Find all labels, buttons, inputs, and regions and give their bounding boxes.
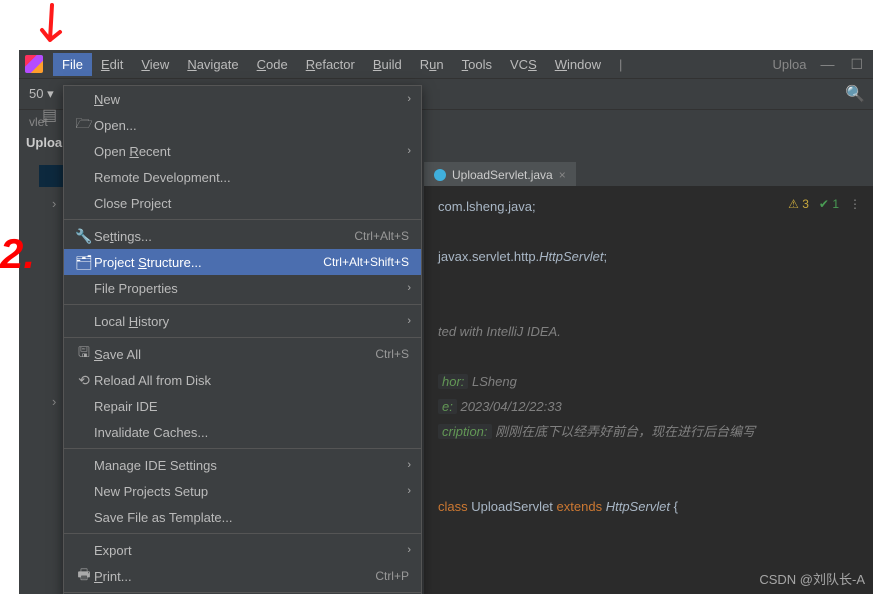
menu-separator <box>64 592 421 593</box>
editor-tab-uploadservlet[interactable]: UploadServlet.java × <box>424 162 576 186</box>
chevron-right-icon: › <box>407 459 411 471</box>
menu-save-template[interactable]: Save File as Template... <box>64 504 421 530</box>
menu-separator <box>64 448 421 449</box>
watermark: CSDN @刘队长-A <box>759 569 865 588</box>
class-icon <box>434 169 446 181</box>
maximize-icon[interactable]: ☐ <box>850 56 863 73</box>
wrench-icon: 🔧 <box>74 228 94 245</box>
chevron-right-icon: › <box>407 282 411 294</box>
menu-file[interactable]: File <box>53 53 92 76</box>
menu-new-projects[interactable]: New Projects Setup› <box>64 478 421 504</box>
menu-code[interactable]: Code <box>248 53 297 76</box>
app-logo-icon <box>25 55 43 73</box>
chevron-right-icon: › <box>407 544 411 556</box>
menu-local-history[interactable]: Local History› <box>64 308 421 334</box>
menu-run[interactable]: Run <box>411 53 453 76</box>
folder-icon: 🗁 <box>74 113 94 137</box>
menu-tools[interactable]: Tools <box>453 53 501 76</box>
run-config-name: Uploa <box>772 57 806 72</box>
menu-separator <box>64 337 421 338</box>
menu-view[interactable]: View <box>132 53 178 76</box>
menu-invalidate[interactable]: Invalidate Caches... <box>64 419 421 445</box>
menu-new[interactable]: New› <box>64 86 421 112</box>
editor-tabs: UploadServlet.java × <box>424 158 873 186</box>
menu-edit[interactable]: Edit <box>92 53 132 76</box>
editor-tab-label: UploadServlet.java <box>452 168 553 182</box>
menu-vcs[interactable]: VCS <box>501 53 546 76</box>
menu-separator <box>64 219 421 220</box>
chevron-right-icon: › <box>407 93 411 105</box>
ellipsis-icon[interactable]: ⋮ <box>849 192 861 217</box>
menu-open[interactable]: 🗁Open... <box>64 112 421 138</box>
menu-navigate[interactable]: Navigate <box>178 53 247 76</box>
menubar: File Edit View Navigate Code Refactor Bu… <box>19 50 873 78</box>
menu-more[interactable]: | <box>610 53 631 76</box>
editor-area: UploadServlet.java × ⚠ 3 ✔ 1 ⋮ com.lshen… <box>424 158 873 594</box>
menu-save-all[interactable]: 🖫Save AllCtrl+S <box>64 341 421 367</box>
menu-window[interactable]: Window <box>546 53 610 76</box>
menu-refactor[interactable]: Refactor <box>297 53 364 76</box>
close-tab-icon[interactable]: × <box>559 168 566 182</box>
zoom-text[interactable]: 50 ▾ <box>29 86 54 102</box>
print-icon: 🖶 <box>74 564 94 588</box>
menu-reload[interactable]: ⟲Reload All from Disk <box>64 367 421 393</box>
ide-window: File Edit View Navigate Code Refactor Bu… <box>19 50 873 594</box>
menu-repair[interactable]: Repair IDE <box>64 393 421 419</box>
menu-file-properties[interactable]: File Properties› <box>64 275 421 301</box>
chevron-right-icon: › <box>407 485 411 497</box>
code-editor[interactable]: ⚠ 3 ✔ 1 ⋮ com.lsheng.java; javax.servlet… <box>424 186 873 527</box>
menu-close-project[interactable]: Close Project <box>64 190 421 216</box>
sidebar-expand-2-icon[interactable]: › <box>52 394 56 409</box>
menu-print[interactable]: 🖶Print...Ctrl+P <box>64 563 421 589</box>
reload-icon: ⟲ <box>74 372 94 389</box>
structure-icon: 🗂 <box>74 254 94 271</box>
save-icon: 🖫 <box>74 342 94 366</box>
menu-project-structure[interactable]: 🗂Project Structure...Ctrl+Alt+Shift+S <box>64 249 421 275</box>
menu-separator <box>64 304 421 305</box>
menu-export[interactable]: Export› <box>64 537 421 563</box>
chevron-right-icon: › <box>407 145 411 157</box>
ok-badge[interactable]: ✔ 1 <box>819 192 839 217</box>
menu-manage-ide[interactable]: Manage IDE Settings› <box>64 452 421 478</box>
menu-open-recent[interactable]: Open Recent› <box>64 138 421 164</box>
sidebar-expand-1-icon[interactable]: › <box>52 196 56 211</box>
menu-remote-dev[interactable]: Remote Development... <box>64 164 421 190</box>
project-label: Uploa <box>26 135 62 150</box>
chevron-right-icon: › <box>407 315 411 327</box>
menu-settings[interactable]: 🔧Settings...Ctrl+Alt+S <box>64 223 421 249</box>
warning-badge[interactable]: ⚠ 3 <box>788 192 809 217</box>
minimize-icon[interactable]: — <box>820 56 834 73</box>
file-menu-dropdown: New› 🗁Open... Open Recent› Remote Develo… <box>63 85 422 594</box>
menu-separator <box>64 533 421 534</box>
menu-build[interactable]: Build <box>364 53 411 76</box>
search-icon[interactable]: 🔍 <box>845 84 863 104</box>
